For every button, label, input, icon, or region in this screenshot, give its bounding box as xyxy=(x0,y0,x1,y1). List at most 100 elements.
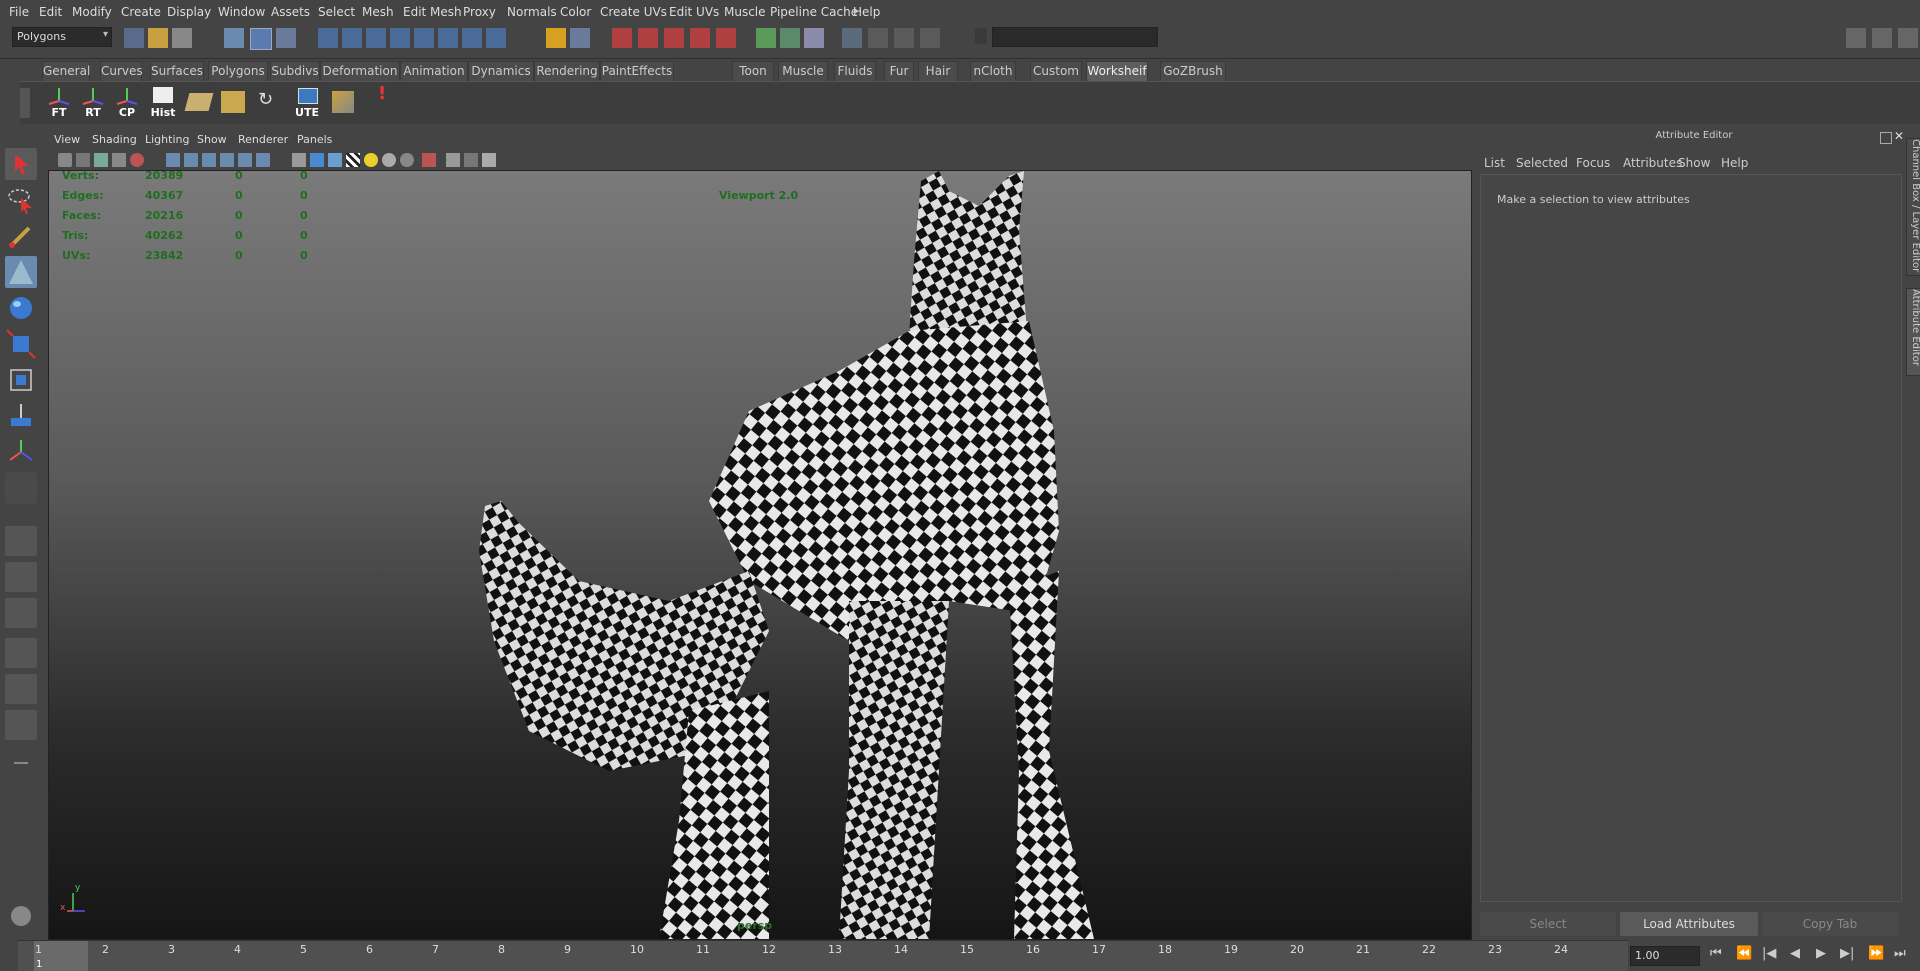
tab-dynamics[interactable]: Dynamics xyxy=(468,61,534,81)
isolate-select-icon[interactable] xyxy=(422,153,436,167)
tab-worksheif[interactable]: Worksheif xyxy=(1086,61,1148,81)
tab-hair[interactable]: Hair xyxy=(918,61,958,81)
film-gate-icon[interactable] xyxy=(184,153,198,167)
input-output-icon[interactable] xyxy=(570,28,590,48)
snap-curve-icon[interactable] xyxy=(342,28,362,48)
viewport-menu-panels[interactable]: Panels xyxy=(297,133,332,146)
tab-gozbrush[interactable]: GoZBrush xyxy=(1160,61,1226,81)
tab-ncloth[interactable]: nCloth xyxy=(970,61,1016,81)
camera-icon[interactable] xyxy=(920,28,940,48)
snap-grid-icon[interactable] xyxy=(318,28,338,48)
menu-window[interactable]: Window xyxy=(218,5,265,19)
lasso-tool-button[interactable] xyxy=(5,184,37,216)
resolution-gate-icon[interactable] xyxy=(202,153,216,167)
toolbox-collapse-icon[interactable] xyxy=(14,762,28,764)
tab-polygons[interactable]: Polygons xyxy=(208,61,268,81)
step-back-key-icon[interactable]: ⏪ xyxy=(1736,946,1752,961)
textured-icon[interactable] xyxy=(346,153,360,167)
play-backwards-icon[interactable]: ◀ xyxy=(1790,946,1800,961)
select-tool-button[interactable] xyxy=(5,148,37,180)
magnet-icon[interactable] xyxy=(664,28,684,48)
render-frame-icon[interactable] xyxy=(756,28,776,48)
viewport-menu-shading[interactable]: Shading xyxy=(92,133,137,146)
shelf-button-ute[interactable]: UTE xyxy=(292,85,322,119)
tab-custom[interactable]: Custom xyxy=(1030,61,1082,81)
render-settings-icon[interactable] xyxy=(804,28,824,48)
shadows-icon[interactable] xyxy=(382,153,396,167)
camera-select-icon[interactable] xyxy=(58,153,72,167)
menu-modify[interactable]: Modify xyxy=(72,5,112,19)
menu-assets[interactable]: Assets xyxy=(271,5,310,19)
tab-toon[interactable]: Toon xyxy=(732,61,774,81)
snap-live-icon[interactable] xyxy=(438,28,458,48)
field-chart-icon[interactable] xyxy=(238,153,252,167)
perspective-viewport[interactable]: Verts: 20389 0 0 Edges: 40367 0 0 Faces:… xyxy=(48,170,1472,940)
snap-point-icon[interactable] xyxy=(366,28,386,48)
viewport-menu-renderer[interactable]: Renderer xyxy=(238,133,288,146)
smooth-shade-icon[interactable] xyxy=(310,153,324,167)
shelf-button-rt[interactable]: RT xyxy=(78,85,108,119)
render-ipr-icon[interactable] xyxy=(780,28,800,48)
ambient-occlusion-icon[interactable] xyxy=(400,153,414,167)
open-scene-icon[interactable] xyxy=(148,28,168,48)
layout-outliner-button[interactable] xyxy=(5,598,37,628)
layout-single-button[interactable] xyxy=(5,526,37,556)
copy-tab-button[interactable]: Copy Tab xyxy=(1762,912,1898,936)
help-question-icon[interactable] xyxy=(486,28,506,48)
toggle-attr-editor-icon[interactable] xyxy=(1846,28,1866,48)
tab-deformation[interactable]: Deformation xyxy=(320,61,400,81)
grease-pencil-icon[interactable] xyxy=(130,153,144,167)
toggle-tool-settings-icon[interactable] xyxy=(1872,28,1892,48)
rotate-tool-button[interactable] xyxy=(5,292,37,324)
menu-select[interactable]: Select xyxy=(318,5,355,19)
shelf-button-hist[interactable]: Hist xyxy=(148,85,178,119)
viewport-menu-view[interactable]: View xyxy=(54,133,80,146)
layout-four-button[interactable] xyxy=(5,562,37,592)
gear-icon[interactable] xyxy=(894,28,914,48)
go-to-end-icon[interactable]: ⏭ xyxy=(1894,946,1906,961)
tab-muscle[interactable]: Muscle xyxy=(778,61,828,81)
menu-muscle[interactable]: Muscle xyxy=(724,5,766,19)
layout-graph-button[interactable] xyxy=(5,638,37,668)
menu-pipeline-cache[interactable]: Pipeline Cache xyxy=(770,5,858,19)
tab-animation[interactable]: Animation xyxy=(400,61,468,81)
tab-attribute-editor[interactable]: Attribute Editor xyxy=(1906,288,1920,376)
ae-menu-attributes[interactable]: Attributes xyxy=(1623,156,1682,170)
show-manip-button[interactable] xyxy=(5,436,37,468)
tab-rendering[interactable]: Rendering xyxy=(534,61,600,81)
lights-icon[interactable] xyxy=(364,153,378,167)
shelf-button-tools[interactable] xyxy=(328,85,358,119)
safe-action-icon[interactable] xyxy=(256,153,270,167)
menu-create[interactable]: Create xyxy=(121,5,161,19)
menu-display[interactable]: Display xyxy=(167,5,211,19)
close-icon[interactable]: ✕ xyxy=(1894,129,1904,143)
shelf-button-uv-map[interactable] xyxy=(184,85,214,119)
menu-normals[interactable]: Normals xyxy=(507,5,557,19)
construction-history-icon[interactable] xyxy=(638,28,658,48)
ae-menu-focus[interactable]: Focus xyxy=(1576,156,1610,170)
menu-file[interactable]: File xyxy=(9,5,29,19)
menu-edit-uvs[interactable]: Edit UVs xyxy=(669,5,719,19)
tab-surfaces[interactable]: Surfaces xyxy=(150,61,204,81)
camera-attr-icon[interactable] xyxy=(76,153,90,167)
tab-channel-box[interactable]: Channel Box / Layer Editor xyxy=(1906,138,1920,276)
step-forward-frame-icon[interactable]: ▶| xyxy=(1840,946,1854,961)
wireframe-on-shaded-icon[interactable] xyxy=(328,153,342,167)
wireframe-icon[interactable] xyxy=(292,153,306,167)
share-icon[interactable] xyxy=(482,153,496,167)
search-options-icon[interactable] xyxy=(975,28,987,44)
lock-icon[interactable] xyxy=(546,28,566,48)
shelf-button-ft[interactable]: FT xyxy=(44,85,74,119)
shelf-button-cp[interactable]: CP xyxy=(112,85,142,119)
paint-select-tool-button[interactable] xyxy=(5,220,37,252)
magnet-plane-icon[interactable] xyxy=(690,28,710,48)
shelf-button-refresh[interactable]: ↻ xyxy=(252,85,282,119)
select-button[interactable]: Select xyxy=(1480,912,1616,936)
go-to-start-icon[interactable]: ⏮ xyxy=(1710,946,1722,961)
snap-surface-icon[interactable] xyxy=(414,28,434,48)
scale-tool-button[interactable] xyxy=(5,328,37,360)
save-scene-icon[interactable] xyxy=(172,28,192,48)
universal-manip-button[interactable] xyxy=(5,364,37,396)
current-frame-marker[interactable]: 1 xyxy=(34,941,88,971)
snap-misc-icon[interactable] xyxy=(462,28,482,48)
